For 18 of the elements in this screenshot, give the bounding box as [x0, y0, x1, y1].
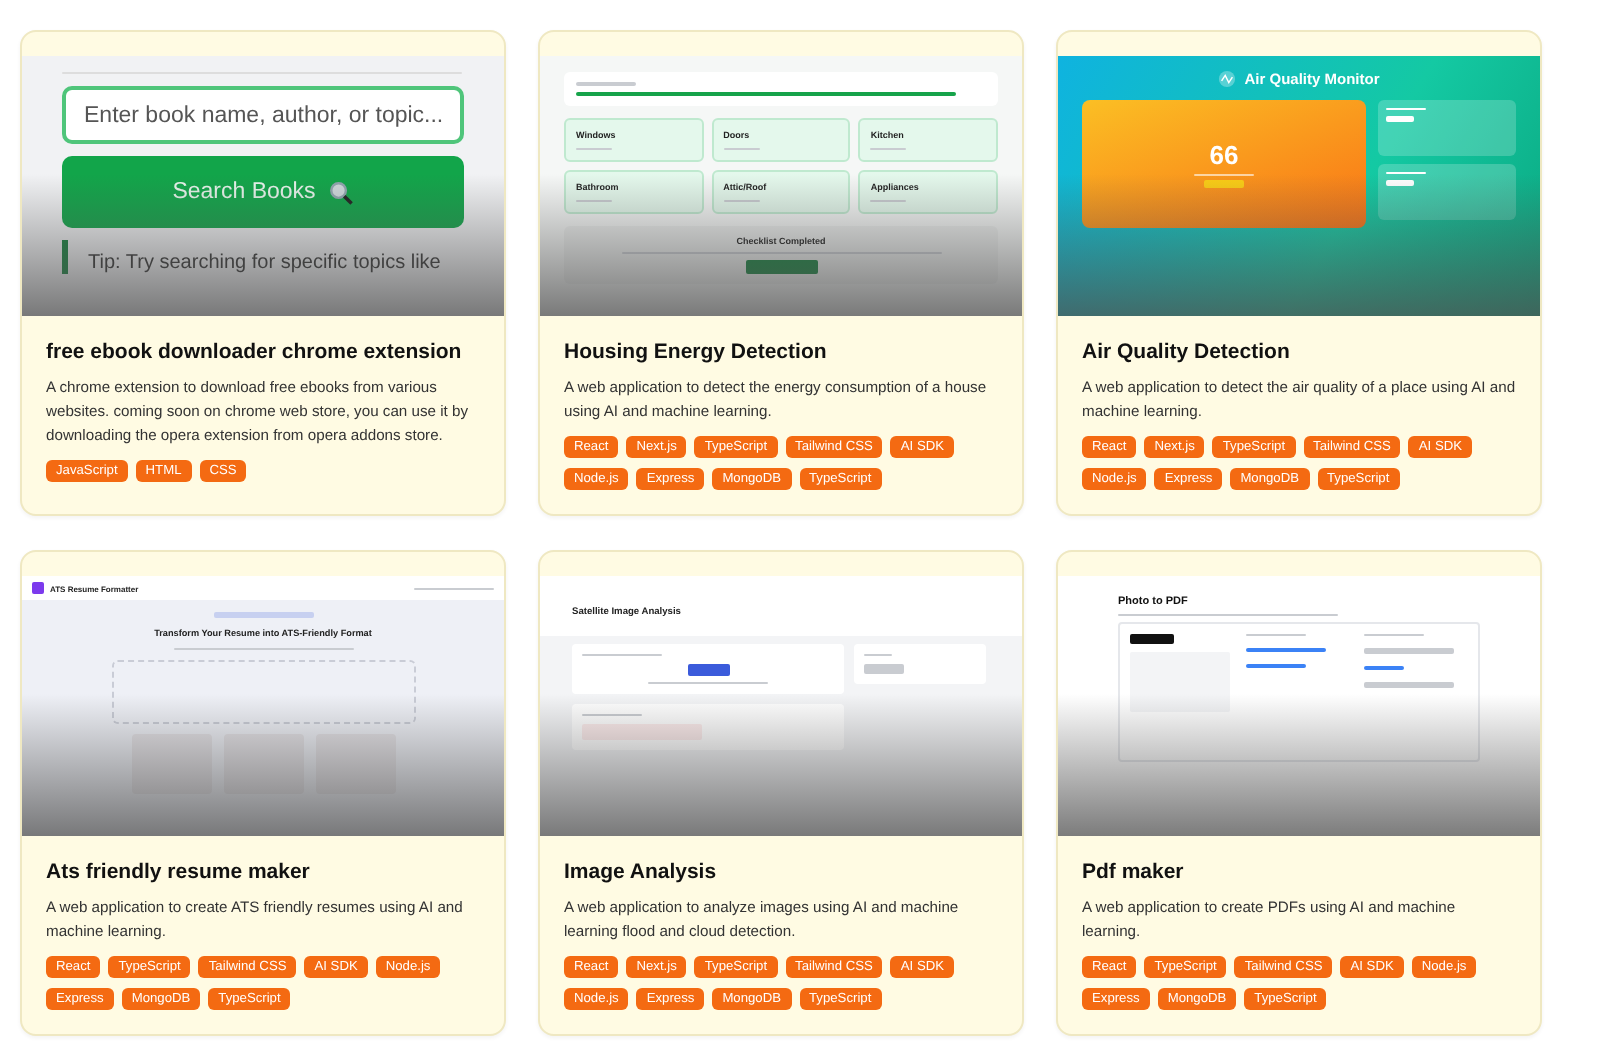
feature-card [315, 734, 395, 794]
stat-card [1378, 100, 1516, 156]
project-title: Housing Energy Detection [564, 340, 829, 364]
project-title: Ats friendly resume maker [46, 860, 312, 884]
project-title: Pdf maker [1082, 860, 1186, 884]
aqi-card: 66 [1082, 100, 1366, 228]
user-card [854, 644, 986, 684]
project-title: Image Analysis [564, 860, 719, 884]
book-search-field[interactable]: Enter book name, author, or topic... [62, 86, 464, 144]
app-logo [32, 582, 44, 594]
project-title: free ebook downloader chrome extension [46, 340, 464, 364]
search-icon [327, 179, 354, 205]
feature-card [223, 734, 303, 794]
search-tip: Tip: Try searching for specific topics like [62, 240, 464, 274]
wave-icon [1218, 70, 1237, 88]
feature-card [131, 734, 211, 794]
search-books-button[interactable]: Search Books [62, 156, 464, 228]
project-title: Air Quality Detection [1082, 340, 1292, 364]
